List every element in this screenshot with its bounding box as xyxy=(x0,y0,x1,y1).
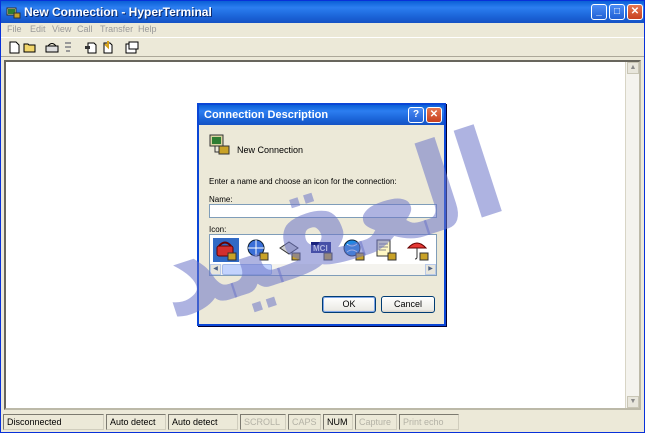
connection-description-dialog: Connection Description ? ✕ New Connectio… xyxy=(197,103,446,326)
menu-view[interactable]: View xyxy=(52,24,71,34)
scroll-down-icon[interactable]: ▼ xyxy=(627,396,639,408)
dial-icon[interactable] xyxy=(45,41,59,54)
globe-blue-icon[interactable] xyxy=(341,238,367,262)
receive-icon[interactable] xyxy=(101,41,115,54)
dialog-title: Connection Description xyxy=(204,109,329,121)
menu-transfer[interactable]: Transfer xyxy=(100,24,133,34)
status-scroll: SCROLL xyxy=(240,414,286,430)
menu-edit[interactable]: Edit xyxy=(30,24,46,34)
send-icon[interactable] xyxy=(85,41,99,54)
scroll-left-icon[interactable]: ◀ xyxy=(210,264,221,275)
new-icon[interactable] xyxy=(7,41,21,54)
cancel-button[interactable]: Cancel xyxy=(381,296,435,313)
help-button[interactable]: ? xyxy=(408,107,424,123)
status-num: NUM xyxy=(323,414,353,430)
minimize-button[interactable]: _ xyxy=(591,4,607,20)
mci-icon[interactable]: MCI xyxy=(309,238,335,262)
hyperterminal-app-icon xyxy=(6,7,21,19)
connection-icon xyxy=(209,134,230,155)
vertical-scrollbar[interactable]: ▲ ▼ xyxy=(625,62,639,408)
dialog-title-bar[interactable]: Connection Description ? ✕ xyxy=(199,105,444,125)
menu-call[interactable]: Call xyxy=(77,24,93,34)
maximize-button[interactable]: □ xyxy=(609,4,625,20)
name-input[interactable] xyxy=(209,204,437,218)
menu-help[interactable]: Help xyxy=(138,24,157,34)
icon-list[interactable]: MCI ◀ ▶ xyxy=(209,234,437,276)
close-button[interactable]: ✕ xyxy=(627,4,643,20)
dialog-prompt: Enter a name and choose an icon for the … xyxy=(209,177,397,186)
scroll-right-icon[interactable]: ▶ xyxy=(425,264,436,275)
svg-text:MCI: MCI xyxy=(313,244,328,253)
properties-icon[interactable] xyxy=(125,41,139,54)
menu-bar: File Edit View Call Transfer Help xyxy=(1,23,644,37)
status-bar: Disconnected Auto detect Auto detect SCR… xyxy=(1,412,644,432)
connection-name-label: New Connection xyxy=(237,145,304,155)
icon-list-scrollbar[interactable]: ◀ ▶ xyxy=(210,264,436,275)
status-connection: Disconnected xyxy=(3,414,104,430)
fax-icon[interactable] xyxy=(277,238,303,262)
window-title: New Connection - HyperTerminal xyxy=(24,5,212,19)
open-icon[interactable] xyxy=(23,41,37,54)
ok-button[interactable]: OK xyxy=(322,296,376,313)
icon-label: Icon: xyxy=(209,225,227,234)
menu-file[interactable]: File xyxy=(7,24,22,34)
disconnect-icon[interactable] xyxy=(61,41,75,54)
status-caps: CAPS xyxy=(288,414,321,430)
toolbar xyxy=(1,37,644,57)
document-icon[interactable] xyxy=(373,238,399,262)
globe-icon[interactable] xyxy=(245,238,271,262)
umbrella-icon[interactable] xyxy=(405,238,431,262)
scroll-up-icon[interactable]: ▲ xyxy=(627,62,639,74)
status-capture: Capture xyxy=(355,414,397,430)
status-detect-2: Auto detect xyxy=(168,414,238,430)
status-detect-1: Auto detect xyxy=(106,414,166,430)
name-label: Name: xyxy=(209,195,233,204)
status-print-echo: Print echo xyxy=(399,414,459,430)
scroll-thumb[interactable] xyxy=(222,264,272,275)
phone-red-icon[interactable] xyxy=(213,238,239,262)
title-bar[interactable]: New Connection - HyperTerminal _ □ ✕ xyxy=(1,1,644,23)
dialog-close-button[interactable]: ✕ xyxy=(426,107,442,123)
